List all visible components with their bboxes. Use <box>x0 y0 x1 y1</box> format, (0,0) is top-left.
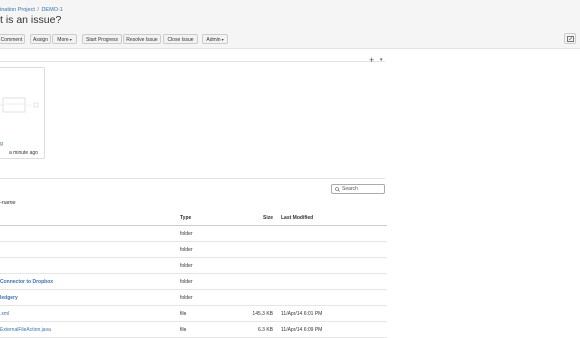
close-issue-button[interactable]: Close Issue <box>163 34 198 44</box>
edit-button[interactable] <box>564 33 576 44</box>
chevron-down-icon: ▾ <box>69 37 72 42</box>
file-name-link[interactable]: Connector to Dropbox <box>0 279 53 285</box>
table-row: ledgery folder <box>0 290 387 306</box>
folder-path-label: -name <box>0 200 16 206</box>
file-type: folder <box>180 295 193 301</box>
search-input[interactable] <box>342 185 384 193</box>
file-type: file <box>180 327 187 333</box>
file-search-box <box>331 184 385 194</box>
assign-button[interactable]: Assign <box>30 34 51 44</box>
comment-button[interactable]: Comment <box>0 34 25 44</box>
table-header: Type Size Last Modified <box>0 210 387 226</box>
attachment-name-link[interactable]: g <box>0 141 3 147</box>
file-size: 145.3 KB <box>252 311 273 317</box>
column-header-size[interactable]: Size <box>230 215 273 221</box>
column-header-type[interactable]: Type <box>180 215 191 221</box>
attachment-time: a minute ago <box>9 150 38 156</box>
page-title: t is an issue? <box>0 14 62 26</box>
table-row: Connector to Dropbox folder <box>0 274 387 290</box>
section-divider <box>0 178 385 179</box>
attachments-divider <box>0 61 385 62</box>
add-attachment-icon[interactable]: + <box>369 55 374 65</box>
edit-icon <box>567 36 574 42</box>
breadcrumb-issue-link[interactable]: DEMO-1 <box>41 7 62 13</box>
column-header-last-modified[interactable]: Last Modified <box>281 215 313 221</box>
attachment-thumbnail-icon <box>0 97 39 113</box>
file-type: folder <box>180 263 193 269</box>
file-modified: 11/Apr/14 6:01 PM <box>281 311 323 317</box>
more-button[interactable]: More▾ <box>52 34 77 44</box>
issue-toolbar: Comment Assign More▾ Start Progress Reso… <box>0 29 580 49</box>
table-row: .xml file 145.3 KB 11/Apr/14 6:01 PM <box>0 306 387 322</box>
resolve-issue-button[interactable]: Resolve Issue <box>123 34 161 44</box>
breadcrumb: ination Project / DEMO-1 <box>0 7 63 13</box>
file-name-link[interactable]: ExternalFileAction.java <box>0 327 51 333</box>
file-modified: 11/Apr/14 6:09 PM <box>281 327 323 333</box>
attachment-card[interactable] <box>0 67 45 159</box>
file-type: file <box>180 311 187 317</box>
table-row: folder <box>0 242 387 258</box>
files-table: Type Size Last Modified folder folder fo… <box>0 210 387 338</box>
search-icon <box>335 187 340 192</box>
table-row: folder <box>0 258 387 274</box>
start-progress-button[interactable]: Start Progress <box>82 34 122 44</box>
admin-button[interactable]: Admin▾ <box>202 34 228 44</box>
file-type: folder <box>180 247 193 253</box>
attachment-options-chevron-icon[interactable]: ▾ <box>380 57 383 63</box>
chevron-down-icon: ▾ <box>221 37 224 42</box>
file-name-link[interactable]: ledgery <box>0 295 18 301</box>
breadcrumb-project-link[interactable]: ination Project <box>0 7 35 13</box>
file-size: 6.3 KB <box>257 327 273 333</box>
file-type: folder <box>180 231 193 237</box>
file-type: folder <box>180 279 193 285</box>
issue-header: ination Project / DEMO-1 t is an issue? <box>0 0 580 29</box>
table-row: ExternalFileAction.java file 6.3 KB 11/A… <box>0 322 387 338</box>
file-name-link[interactable]: .xml <box>0 311 9 317</box>
table-row: folder <box>0 226 387 242</box>
